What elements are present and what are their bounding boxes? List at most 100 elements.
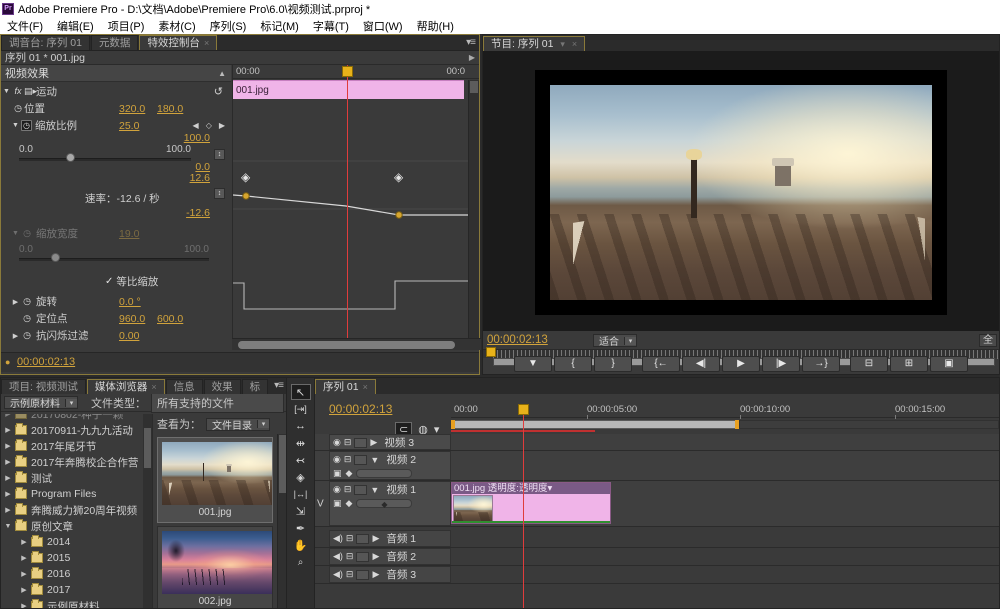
- menu-sequence[interactable]: 序列(S): [203, 18, 254, 34]
- source-dropdown[interactable]: 示例原材料 ▾: [4, 396, 78, 409]
- chevron-right-icon[interactable]: ▶: [469, 53, 475, 62]
- track-header[interactable]: ◀) ⊟ ▶ 音频 1: [329, 530, 451, 547]
- tree-item[interactable]: ▶ 示例原材料: [1, 598, 152, 608]
- disclosure-triangle-icon[interactable]: ▼: [370, 485, 379, 495]
- position-value-x[interactable]: 320.0: [119, 103, 145, 115]
- keyframe-graph-area[interactable]: 00:00 00:0 001.jpg: [232, 65, 479, 350]
- mark-out-button[interactable]: }: [594, 356, 632, 372]
- keyframe-playhead[interactable]: [347, 65, 348, 350]
- zoom-level-dropdown[interactable]: 适合 ▾: [593, 334, 637, 347]
- disclosure-triangle-icon[interactable]: [10, 315, 21, 322]
- eye-icon[interactable]: ◉: [333, 454, 341, 465]
- property-row-rotation[interactable]: ▶ ◷ 旋转 0.0 °: [1, 293, 231, 310]
- property-row-anchor-point[interactable]: ◷ 定位点 960.0 600.0: [1, 310, 231, 327]
- reset-icon[interactable]: ↺: [214, 85, 223, 98]
- track-video-1[interactable]: V ◉ ⊟ ▼ 视频 1 ▣ ◆ ◆: [315, 481, 999, 527]
- eye-icon[interactable]: ◉: [333, 484, 341, 495]
- folder-tree[interactable]: ▶ 20170802-种子一颗 ▶ 20170911-九九九活动 ▶ 2017年…: [1, 414, 153, 608]
- next-keyframe-icon[interactable]: ▶: [219, 121, 225, 130]
- track-lock-box[interactable]: [356, 570, 369, 580]
- disclosure-triangle-icon[interactable]: ▶: [1, 442, 15, 450]
- tree-item[interactable]: ▶ Program Files: [1, 486, 152, 502]
- keyframe-horizontal-scrollbar[interactable]: [232, 338, 481, 350]
- video-effects-section[interactable]: 视频效果 ▲: [1, 65, 231, 82]
- stopwatch-icon[interactable]: ◷: [21, 228, 33, 239]
- go-to-out-button[interactable]: →}: [802, 356, 840, 372]
- stopwatch-icon[interactable]: ◷: [12, 103, 24, 114]
- tree-item[interactable]: ▼ 原创文章: [1, 518, 152, 534]
- tree-item[interactable]: ▶ 20170911-九九九活动: [1, 422, 152, 438]
- tree-item[interactable]: ▶ 2017: [1, 582, 152, 598]
- tab-sequence[interactable]: 序列 01×: [315, 379, 376, 394]
- track-lock-box[interactable]: [354, 438, 367, 448]
- prev-keyframe-icon[interactable]: ◀: [193, 121, 199, 130]
- stopwatch-active-icon[interactable]: ◷: [21, 120, 32, 131]
- track-video-3[interactable]: ◉ ⊟ ▶ 视频 3: [315, 434, 999, 451]
- tree-item[interactable]: ▶ 2014: [1, 534, 152, 550]
- go-to-in-button[interactable]: {←: [642, 356, 680, 372]
- sync-lock-icon[interactable]: ⊟: [346, 533, 354, 544]
- effect-controls-timecode[interactable]: 00:00:02:13: [17, 356, 75, 368]
- stopwatch-icon[interactable]: ◷: [21, 330, 33, 341]
- track-lock-box[interactable]: [354, 455, 367, 465]
- pen-tool[interactable]: ✒: [291, 520, 311, 536]
- disclosure-triangle-icon[interactable]: ▶: [10, 298, 21, 306]
- disclosure-triangle-icon[interactable]: ▶: [1, 458, 15, 466]
- speaker-icon[interactable]: ◀): [333, 569, 343, 580]
- extract-button[interactable]: ⊞: [890, 356, 928, 372]
- chevron-down-icon[interactable]: ▾: [547, 483, 552, 494]
- lift-button[interactable]: ⊟: [850, 356, 888, 372]
- track-header[interactable]: ◉ ⊟ ▼ 视频 2 ▣ ◆: [329, 451, 451, 480]
- track-header[interactable]: ◀) ⊟ ▶ 音频 2: [329, 548, 451, 565]
- work-area-bar[interactable]: [451, 420, 739, 429]
- track-header[interactable]: ◉ ⊟ ▼ 视频 1 ▣ ◆ ◆: [329, 481, 451, 526]
- position-value-y[interactable]: 180.0: [157, 103, 183, 115]
- scale-value[interactable]: 25.0: [119, 120, 139, 132]
- menu-help[interactable]: 帮助(H): [410, 18, 461, 34]
- tree-item[interactable]: ▶ 2015: [1, 550, 152, 566]
- timeline-playhead[interactable]: [523, 404, 524, 608]
- razor-tool[interactable]: ◈: [291, 469, 311, 485]
- track-lock-box[interactable]: [356, 534, 369, 544]
- toggle-keyframes-icon[interactable]: ▣: [333, 468, 342, 479]
- close-icon[interactable]: ×: [572, 39, 577, 49]
- keyframe-marker-2[interactable]: ◈: [394, 170, 403, 184]
- track-video-2[interactable]: ◉ ⊟ ▼ 视频 2 ▣ ◆: [315, 451, 999, 481]
- menu-project[interactable]: 项目(P): [101, 18, 152, 34]
- keyframe-ruler[interactable]: 00:00 00:0: [233, 65, 479, 79]
- velocity-graph-toggle-button[interactable]: ↕: [214, 188, 225, 199]
- rate-stretch-tool[interactable]: ↢: [291, 452, 311, 468]
- scale-width-slider[interactable]: 0.0 100.0: [1, 242, 231, 264]
- disclosure-triangle-icon[interactable]: ▼: [10, 230, 21, 237]
- tab-markers[interactable]: 标: [242, 379, 269, 394]
- track-header[interactable]: ◉ ⊟ ▶ 视频 3: [329, 434, 451, 450]
- anchor-point-value-y[interactable]: 600.0: [157, 313, 183, 325]
- menu-window[interactable]: 窗口(W): [356, 18, 410, 34]
- anti-flicker-value[interactable]: 0.00: [119, 330, 139, 342]
- tab-effects[interactable]: 效果: [204, 379, 241, 394]
- timeline-clip[interactable]: 001.jpg 透明度:透明度▾: [451, 482, 611, 524]
- scrollbar-thumb[interactable]: [470, 81, 478, 93]
- selection-tool[interactable]: ↖: [291, 384, 311, 400]
- panel-menu-icon[interactable]: ▾≡: [466, 37, 475, 48]
- close-icon[interactable]: ×: [204, 38, 209, 48]
- file-type-value[interactable]: 所有支持的文件: [151, 393, 284, 413]
- menu-file[interactable]: 文件(F): [0, 18, 50, 34]
- timeline-ruler[interactable]: 00:00 00:00:05:00 00:00:10:00 00:00:15:0…: [451, 404, 999, 418]
- keyframe-vertical-scrollbar[interactable]: [468, 80, 479, 350]
- thumbnail-item[interactable]: 001.jpg: [157, 437, 273, 523]
- tree-item[interactable]: ▶ 奔腾威力狮20周年视频: [1, 502, 152, 518]
- tab-info[interactable]: 信息: [166, 379, 203, 394]
- tab-audio-mixer[interactable]: 调音台: 序列 01: [1, 35, 90, 50]
- disclosure-triangle-icon[interactable]: ▶: [17, 538, 31, 546]
- play-button[interactable]: ▶: [722, 356, 760, 372]
- mark-in-button[interactable]: {: [554, 356, 592, 372]
- disclosure-triangle-icon[interactable]: ▼: [10, 122, 21, 129]
- slide-tool[interactable]: ⇲: [291, 503, 311, 519]
- keyframe-diamond-icon[interactable]: ◆: [346, 498, 353, 509]
- tab-metadata[interactable]: 元数据: [91, 35, 139, 50]
- disclosure-triangle-icon[interactable]: ▶: [10, 332, 21, 340]
- property-row-anti-flicker[interactable]: ▶ ◷ 抗闪烁过滤 0.00: [1, 327, 231, 344]
- track-lock-box[interactable]: [354, 485, 367, 495]
- mark-in-out-button[interactable]: ▼: [514, 356, 552, 372]
